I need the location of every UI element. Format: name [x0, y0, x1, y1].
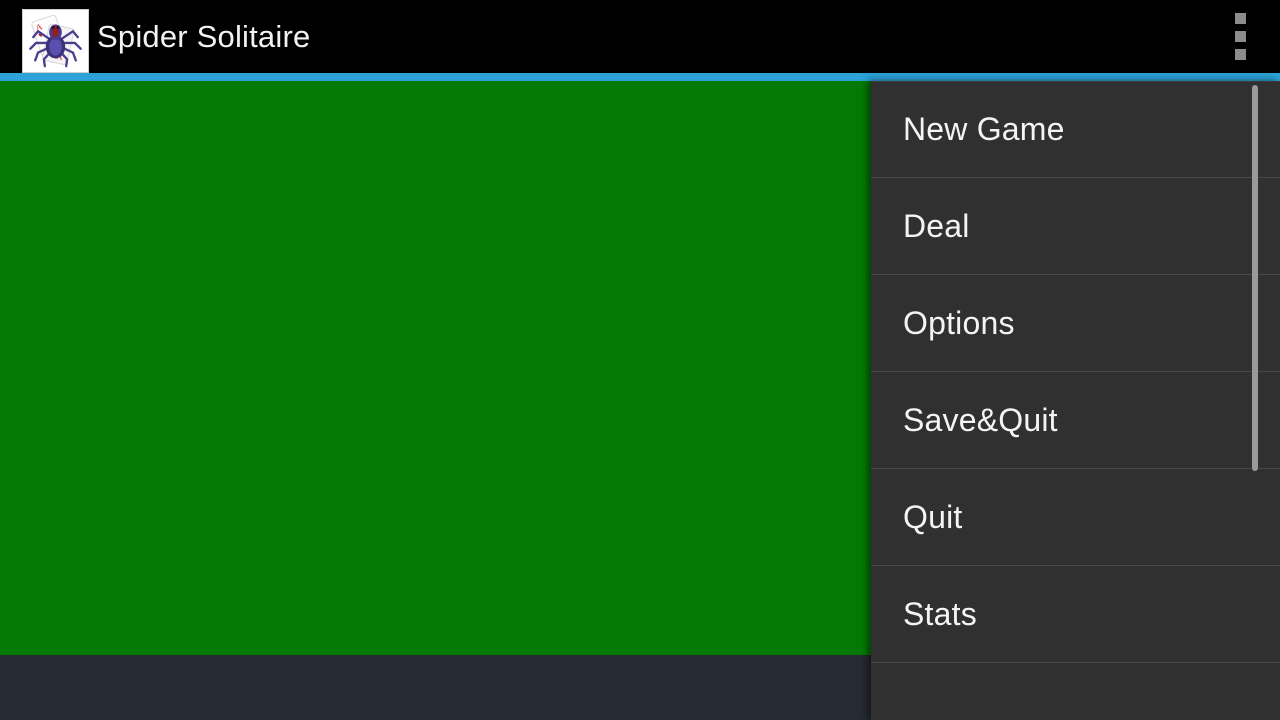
menu-item-stats[interactable]: Stats: [871, 566, 1280, 663]
menu-item-label: New Game: [903, 111, 1065, 147]
app-screen: 2 t 8♣♣J♣♣A♣♣J♣10♣9♣8♣♣K♣♣9♣♣7♣♣ A ♥ A: [0, 0, 1280, 720]
accent-divider: [0, 73, 1280, 81]
menu-scrollbar-thumb[interactable]: [1252, 85, 1258, 471]
menu-item-more[interactable]: [871, 663, 1280, 720]
menu-item-new-game[interactable]: New Game: [871, 81, 1280, 178]
dot-1: [1234, 13, 1246, 24]
menu-item-quit[interactable]: Quit: [871, 469, 1280, 566]
menu-item-label: Options: [903, 304, 1015, 341]
spider-solitaire-app-icon: A ♥ A: [22, 9, 89, 73]
dot-2: [1234, 31, 1246, 42]
title-bar: A ♥ A: [0, 0, 1280, 73]
menu-item-list: New Game Deal Options Save&Quit Quit Stats: [871, 81, 1280, 720]
menu-item-label: Stats: [903, 595, 977, 632]
menu-item-save-quit[interactable]: Save&Quit: [871, 372, 1280, 469]
menu-item-label: Deal: [903, 207, 970, 244]
overflow-popup-menu: New Game Deal Options Save&Quit Quit Stats: [871, 81, 1280, 720]
menu-item-options[interactable]: Options: [871, 275, 1280, 372]
page-title: Spider Solitaire: [97, 19, 311, 54]
menu-item-label: Quit: [903, 498, 963, 535]
dot-3: [1234, 49, 1246, 60]
overflow-menu-dots-icon[interactable]: [1200, 0, 1280, 73]
menu-item-label: Save&Quit: [903, 401, 1058, 438]
menu-item-deal[interactable]: Deal: [871, 178, 1280, 275]
